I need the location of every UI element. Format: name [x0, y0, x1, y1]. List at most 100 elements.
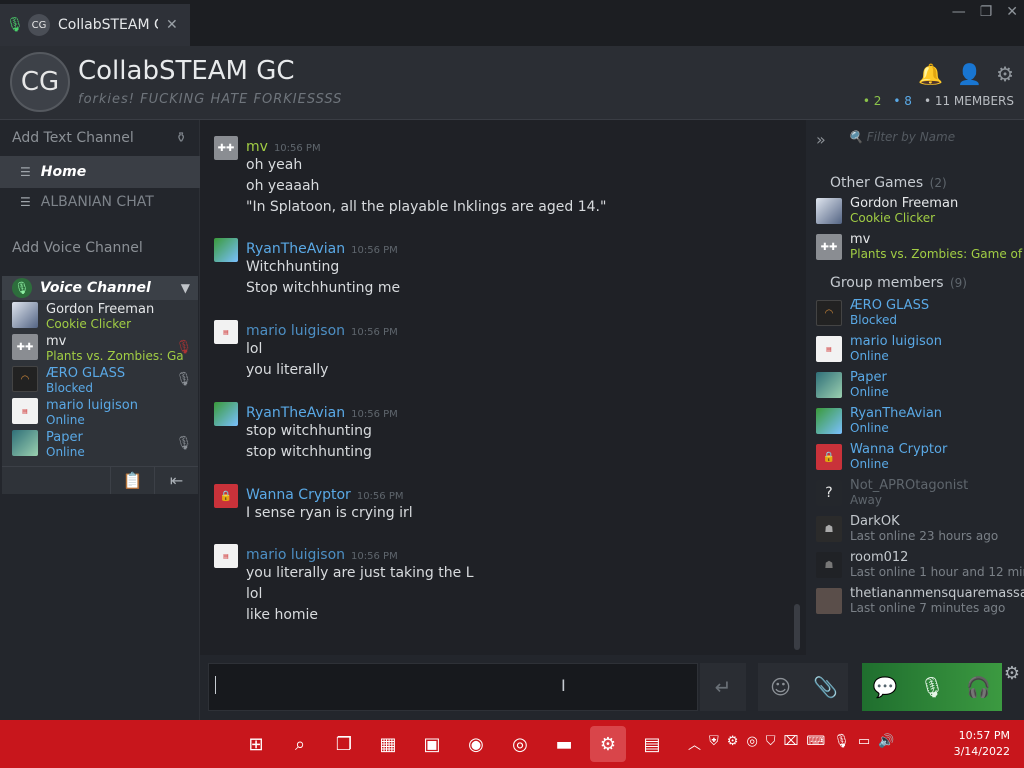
member-item[interactable]: Paper Online	[814, 370, 1024, 404]
member-item[interactable]: RyanTheAvian Online	[814, 406, 1024, 440]
voice-settings-gear-icon[interactable]: ⚙	[1004, 663, 1020, 684]
member-item[interactable]: ? Not_APROtagonist Away	[814, 478, 1024, 512]
bell-icon[interactable]: 🔔	[918, 62, 943, 86]
collapse-panel-icon[interactable]: »	[816, 130, 826, 149]
member-item[interactable]: ☗ room012 Last online 1 hour and 12 mir	[814, 550, 1024, 584]
avatar[interactable]: ▤	[214, 544, 238, 568]
member-name: mario luigison	[850, 334, 942, 349]
member-item[interactable]: ▤ mario luigison Online	[814, 334, 1024, 368]
member-item[interactable]: thetiananmensquaremassa Last online 7 mi…	[814, 586, 1024, 620]
system-clock[interactable]: 10:57 PM 3/14/2022	[954, 728, 1010, 760]
voice-member-status: Online	[46, 445, 85, 459]
gear-icon[interactable]: ⚙	[996, 62, 1014, 86]
chrome-icon[interactable]: ◎	[502, 726, 538, 762]
voice-channel-header[interactable]: 🎙 Voice Channel ▼	[2, 276, 198, 300]
filter-input[interactable]: 🔍 Filter by Name	[848, 130, 955, 144]
minimize-icon[interactable]: —	[952, 4, 966, 20]
steam-chat-window: 🎙 CG CollabSTEAM G ✕ — ❐ ✕ CG CollabSTEA…	[0, 0, 1024, 720]
voice-member[interactable]: ◠ ÆRO GLASS Blocked 🎙	[2, 364, 198, 396]
microphone-tray-icon[interactable]: 🎙	[833, 734, 850, 753]
invite-friend-icon[interactable]: 👤	[957, 62, 982, 86]
voice-member-name: Paper	[46, 430, 83, 445]
volume-icon[interactable]: 🔊	[878, 734, 894, 753]
message-author[interactable]: mario luigison	[246, 323, 345, 339]
member-item[interactable]: ◠ ÆRO GLASS Blocked	[814, 298, 1024, 332]
message-line: you literally	[246, 362, 329, 378]
other-games-label: Other Games	[830, 175, 924, 191]
headphones-icon[interactable]: 🎧	[955, 663, 1002, 711]
avatar	[816, 588, 842, 614]
avatar	[12, 430, 38, 456]
voice-member[interactable]: ✚✚ mv Plants vs. Zombies: Ga 🎙	[2, 332, 198, 364]
widgets-icon[interactable]: ▦	[370, 726, 406, 762]
task-view-icon[interactable]: ❐	[326, 726, 362, 762]
avatar: ☗	[816, 552, 842, 578]
chrome-tray-icon[interactable]: ◎	[746, 734, 757, 753]
message-author[interactable]: RyanTheAvian	[246, 241, 345, 257]
firefox-icon[interactable]: ◉	[458, 726, 494, 762]
member-name: room012	[850, 550, 909, 565]
close-tab-icon[interactable]: ✕	[166, 17, 178, 33]
avatar[interactable]	[214, 238, 238, 262]
avatar[interactable]: 🔒	[214, 484, 238, 508]
voice-member[interactable]: ▤ mario luigison Online	[2, 396, 198, 428]
group-title: CollabSTEAM GC	[78, 56, 295, 86]
avatar[interactable]	[214, 402, 238, 426]
game-controller-icon[interactable]: ⌧	[784, 734, 799, 753]
attachment-icon[interactable]: 📎	[803, 663, 848, 711]
avatar[interactable]: ✚✚	[214, 136, 238, 160]
send-button[interactable]: ↵	[700, 663, 746, 711]
member-item[interactable]: 🔒 Wanna Cryptor Online	[814, 442, 1024, 476]
restore-icon[interactable]: ❐	[980, 4, 993, 20]
shield-icon[interactable]: ⛨	[709, 734, 719, 753]
channel-home[interactable]: ☰ Home	[0, 156, 200, 188]
chevron-down-icon[interactable]: ▼	[181, 281, 190, 295]
voice-member[interactable]: Paper Online 🎙	[2, 428, 198, 460]
display-icon[interactable]: ▭	[858, 734, 870, 753]
message-author[interactable]: RyanTheAvian	[246, 405, 345, 421]
avatar[interactable]: ▤	[214, 320, 238, 344]
emoticon-icon[interactable]: ☺	[758, 663, 803, 711]
voice-chat-icon[interactable]: 💬	[862, 663, 909, 711]
search-icon[interactable]: ⌕	[282, 726, 318, 762]
leave-voice-icon[interactable]: ⇤	[154, 467, 198, 494]
chat-log[interactable]: ✚✚ mv 10:56 PM oh yeah oh yeaaah "In Spla…	[200, 120, 806, 655]
add-voice-channel[interactable]: Add Voice Channel	[12, 240, 143, 256]
text-channel-icon[interactable]: ⚱	[175, 130, 187, 146]
message-author[interactable]: Wanna Cryptor	[246, 487, 351, 503]
security-icon[interactable]: ⛉	[766, 734, 776, 753]
steam-icon[interactable]: ⚙	[590, 726, 626, 762]
message-line: oh yeaaah	[246, 178, 320, 194]
voice-channel-box: 🎙 Voice Channel ▼ Gordon Freeman Cookie …	[2, 276, 198, 494]
voice-member[interactable]: Gordon Freeman Cookie Clicker	[2, 300, 198, 332]
member-status: Plants vs. Zombies: Game of t	[850, 247, 1024, 261]
member-item[interactable]: ✚✚ mv Plants vs. Zombies: Game of t	[814, 232, 1024, 266]
member-item[interactable]: Gordon Freeman Cookie Clicker	[814, 196, 1024, 230]
message-input[interactable]: I	[208, 663, 698, 711]
clipboard-icon[interactable]: 📋	[110, 467, 154, 494]
file-explorer-icon[interactable]: ▬	[546, 726, 582, 762]
keyboard-icon[interactable]: ⌨	[807, 734, 826, 753]
chevron-up-icon[interactable]: ︿	[688, 734, 701, 753]
message-author[interactable]: mario luigison	[246, 547, 345, 563]
message-time: 10:56 PM	[351, 245, 398, 256]
channel-albanian-chat[interactable]: ☰ ALBANIAN CHAT	[0, 186, 200, 218]
avatar	[816, 408, 842, 434]
message-author[interactable]: mv	[246, 139, 268, 155]
message-time: 10:56 PM	[351, 551, 398, 562]
member-status: Last online 23 hours ago	[850, 529, 999, 543]
notepad-icon[interactable]: ▤	[634, 726, 670, 762]
tab-collabsteam[interactable]: 🎙 CG CollabSTEAM G ✕	[0, 4, 190, 46]
group-avatar: CG	[10, 52, 70, 112]
message-time: 10:56 PM	[273, 143, 321, 154]
message-line: you literally are just taking the L	[246, 565, 474, 581]
chat-scrollbar[interactable]	[794, 604, 800, 650]
teams-chat-icon[interactable]: ▣	[414, 726, 450, 762]
steam-tray-icon[interactable]: ⚙	[727, 734, 739, 753]
start-windows-icon[interactable]: ⊞	[238, 726, 274, 762]
group-members-label: Group members	[830, 275, 944, 291]
microphone-button-icon[interactable]: 🎙	[909, 663, 956, 711]
add-text-channel[interactable]: Add Text Channel	[12, 130, 134, 146]
close-window-icon[interactable]: ✕	[1006, 4, 1018, 20]
member-item[interactable]: ☗ DarkOK Last online 23 hours ago	[814, 514, 1024, 548]
